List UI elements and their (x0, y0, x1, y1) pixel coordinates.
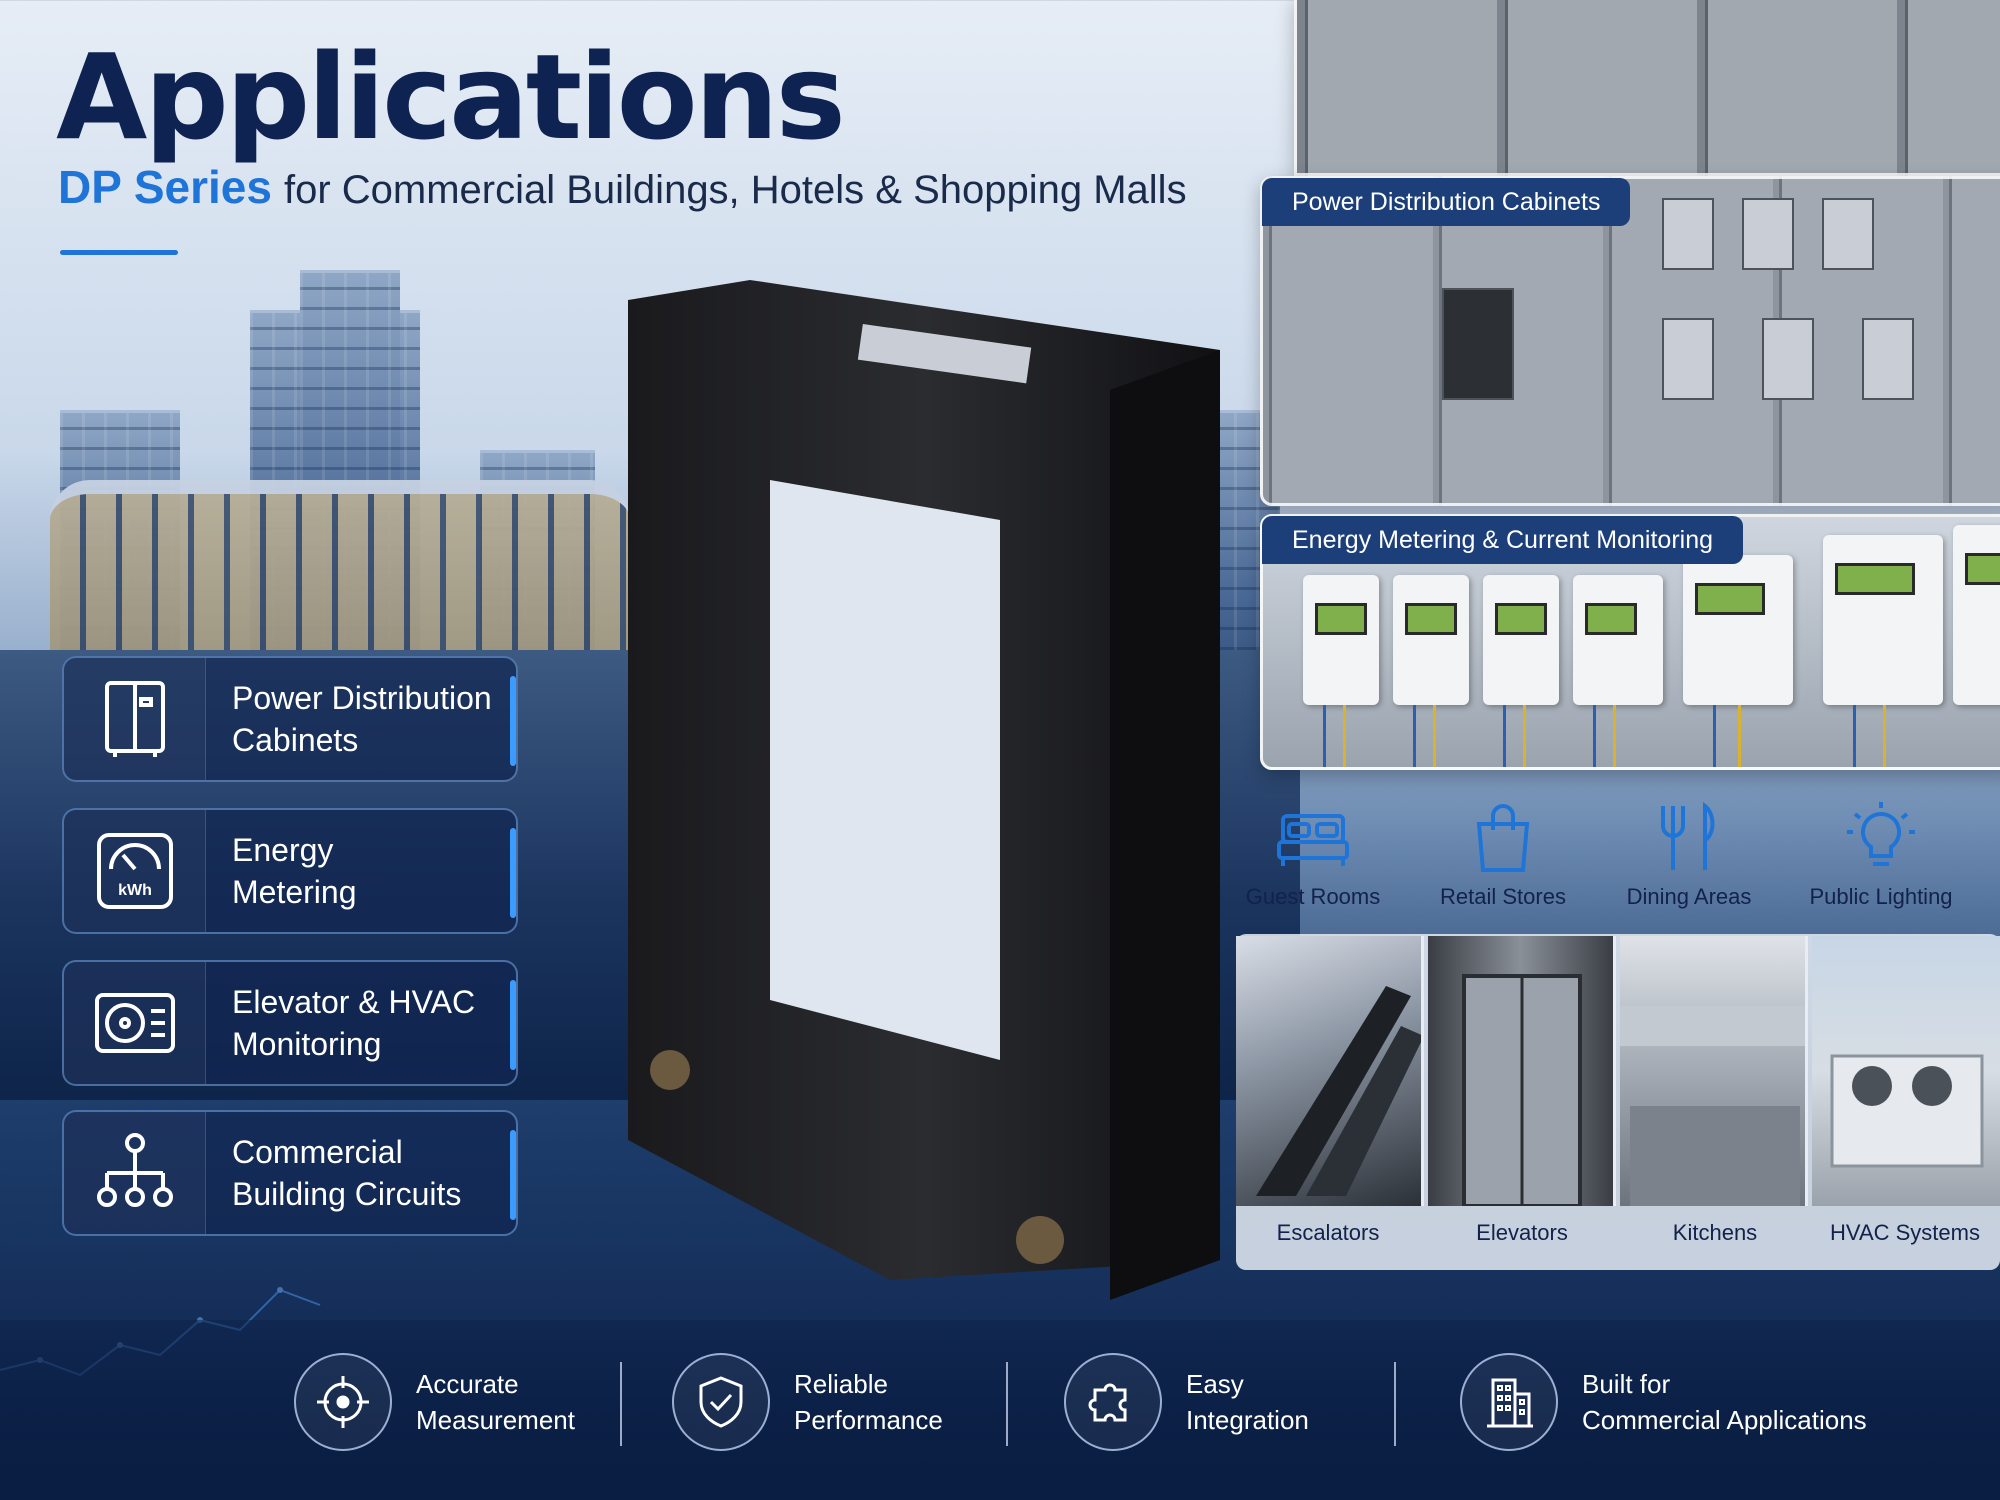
energy-meter (1303, 575, 1379, 767)
page-subtitle: DP Series for Commercial Buildings, Hotel… (58, 160, 1187, 214)
crosshair-icon (294, 1353, 392, 1451)
divider (620, 1362, 622, 1446)
cabinet-icon (64, 658, 206, 780)
energy-meter (1953, 525, 2000, 705)
benefit-reliable-performance: Reliable Performance (672, 1352, 943, 1452)
lightbulb-icon (1847, 802, 1915, 866)
shopping-mall-building (50, 480, 630, 650)
energy-meter (1393, 575, 1469, 767)
bed-icon (1277, 814, 1349, 866)
circuit-tree-icon (64, 1112, 206, 1234)
hvac-unit-icon (64, 962, 206, 1084)
kwh-meter-icon: kWh (64, 810, 206, 932)
energy-meter (1483, 575, 1559, 767)
benefit-accurate-measurement: Accurate Measurement (294, 1352, 575, 1452)
category-guest-rooms: Guest Rooms (1218, 800, 1408, 910)
feature-card-power-distribution: Power Distribution Cabinets (62, 656, 518, 782)
divider (1394, 1362, 1396, 1446)
divider (1006, 1362, 1008, 1446)
feature-card-energy-metering: kWh Energy Metering (62, 808, 518, 934)
shopping-bag-icon (1476, 804, 1530, 872)
puzzle-icon (1064, 1353, 1162, 1451)
energy-meter (1573, 575, 1663, 767)
breaker-modules (1442, 198, 1914, 400)
feature-card-elevator-hvac: Elevator & HVAC Monitoring (62, 960, 518, 1086)
category-public-lighting: Public Lighting (1786, 800, 1976, 910)
building-icon (1460, 1353, 1558, 1451)
shield-check-icon (672, 1353, 770, 1451)
panel-label-metering: Energy Metering & Current Monitoring (1262, 516, 1744, 564)
svg-text:kWh: kWh (118, 882, 152, 899)
category-dining-areas: Dining Areas (1594, 800, 1784, 910)
elevator-photo (1428, 936, 1616, 1206)
panel-label-cabinets: Power Distribution Cabinets (1262, 178, 1631, 226)
title-underline (60, 250, 178, 255)
tile-label-elevators: Elevators (1476, 1220, 1568, 1245)
category-retail-stores: Retail Stores (1408, 800, 1598, 910)
cabinet-photo-top (1294, 0, 2000, 176)
kitchen-photo (1620, 936, 1808, 1206)
tile-label-escalators: Escalators (1276, 1220, 1380, 1245)
benefit-commercial-applications: Built for Commercial Applications (1460, 1352, 1867, 1452)
subtitle-text: for Commercial Buildings, Hotels & Shopp… (283, 168, 1187, 212)
hvac-photo (1812, 936, 2000, 1206)
page-title: Applications (56, 28, 846, 166)
benefit-easy-integration: Easy Integration (1064, 1352, 1309, 1452)
energy-meter (1683, 555, 1793, 767)
tile-label-kitchens: Kitchens (1672, 1220, 1758, 1245)
split-core-current-transformer (628, 280, 1220, 1300)
fork-knife-icon (1661, 801, 1715, 870)
energy-meter (1823, 535, 1943, 767)
feature-card-commercial-circuits: Commercial Building Circuits (62, 1110, 518, 1236)
tile-label-hvac: HVAC Systems (1830, 1220, 1980, 1245)
escalator-photo (1236, 936, 1424, 1206)
series-name: DP Series (58, 161, 272, 213)
